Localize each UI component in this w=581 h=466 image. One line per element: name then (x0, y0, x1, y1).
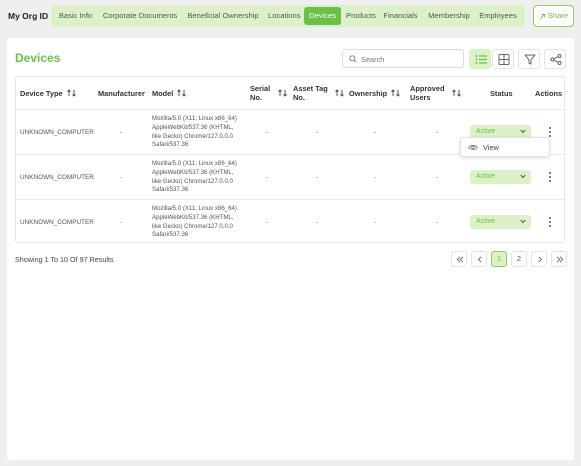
search-icon (349, 55, 357, 63)
kebab-menu-icon[interactable] (545, 215, 555, 229)
serial-no-cell: - (265, 219, 269, 226)
share-label: Share (547, 11, 569, 20)
serial-no-cell: - (265, 129, 269, 136)
device-type-cell: UNKNOWN_COMPUTER (20, 219, 94, 226)
manufacturer-cell: - (119, 129, 123, 136)
devices-table: Device Type Manufacturer Model Serial No… (15, 76, 565, 243)
model-cell: Mozilla/5.0 (X11; Linux x86_64) AppleWeb… (152, 114, 237, 149)
approved-users-cell: - (435, 174, 439, 181)
devices-card: Devices Device Type Manufacturer Model S… (7, 38, 574, 460)
ownership-cell: - (373, 129, 377, 136)
approved-users-cell: - (435, 129, 439, 136)
device-type-cell: UNKNOWN_COMPUTER (20, 174, 94, 181)
chevrons-right-icon (556, 256, 564, 263)
filter-icon (524, 54, 536, 65)
column-header-actions: Actions (535, 88, 563, 98)
manufacturer-cell: - (119, 219, 123, 226)
asset-tag-no-cell: - (315, 219, 319, 226)
row-action-view-item[interactable]: View (460, 137, 550, 157)
first-page-button[interactable] (451, 251, 467, 267)
tab-employees[interactable]: Employees (475, 7, 521, 25)
view-label: View (483, 143, 499, 152)
chevrons-left-icon (456, 256, 464, 263)
table-row: UNKNOWN_COMPUTER - Mozilla/5.0 (X11; Lin… (16, 154, 564, 199)
column-header-model[interactable]: Model (152, 77, 250, 109)
column-header-serial-no[interactable]: Serial No. (250, 77, 292, 109)
sort-icon (391, 89, 401, 97)
page-button-1[interactable]: 1 (491, 251, 507, 267)
filter-button[interactable] (518, 49, 540, 69)
sort-icon (278, 89, 287, 97)
share-button[interactable]: Share (533, 5, 574, 27)
search-box[interactable] (342, 49, 464, 68)
arrow-up-right-icon (539, 13, 545, 19)
column-header-status: Status (490, 88, 513, 98)
org-title: My Org ID (8, 11, 49, 21)
approved-users-cell: - (435, 219, 439, 226)
chevron-left-icon (477, 256, 482, 263)
chevron-down-icon (520, 129, 526, 134)
grid-view-button[interactable] (492, 49, 514, 69)
tab-financials[interactable]: Financials (379, 7, 422, 25)
chevron-right-icon (538, 256, 543, 263)
status-select[interactable]: Active (470, 170, 531, 184)
column-header-approved-users[interactable]: Approved Users (410, 77, 468, 109)
page-title: Devices (15, 51, 61, 65)
search-input[interactable] (361, 52, 461, 66)
column-header-asset-tag-no[interactable]: Asset Tag No. (293, 77, 348, 109)
tab-basic-info[interactable]: Basic Info (53, 7, 98, 25)
status-select[interactable]: Active (470, 215, 531, 229)
model-cell: Mozilla/5.0 (X11; Linux x86_64) AppleWeb… (152, 159, 237, 194)
tab-locations[interactable]: Locations (264, 7, 304, 25)
results-summary: Showing 1 To 10 Of 97 Results (15, 255, 114, 264)
tab-beneficial-ownership[interactable]: Beneficial Ownership (182, 7, 264, 25)
column-header-device-type[interactable]: Device Type (20, 77, 98, 109)
tab-devices[interactable]: Devices (304, 7, 341, 25)
tab-products[interactable]: Products (342, 7, 378, 25)
eye-icon (468, 145, 478, 150)
share-nodes-button[interactable] (544, 49, 566, 69)
share-nodes-icon (550, 54, 562, 65)
table-row: UNKNOWN_COMPUTER - Mozilla/5.0 (X11; Lin… (16, 199, 564, 244)
grid-view-icon (498, 54, 510, 65)
top-bar: My Org ID Basic Info Corporate Documents… (0, 0, 581, 34)
chevron-down-icon (520, 219, 526, 224)
list-view-button[interactable] (469, 49, 491, 69)
manufacturer-cell: - (119, 174, 123, 181)
ownership-cell: - (373, 174, 377, 181)
asset-tag-no-cell: - (315, 129, 319, 136)
asset-tag-no-cell: - (315, 174, 319, 181)
chevron-down-icon (520, 174, 526, 179)
sort-icon (66, 89, 76, 97)
sort-icon (452, 89, 461, 97)
kebab-menu-icon[interactable] (545, 170, 555, 184)
device-type-cell: UNKNOWN_COMPUTER (20, 129, 94, 136)
tab-bar: Basic Info Corporate Documents Beneficia… (51, 5, 525, 27)
model-cell: Mozilla/5.0 (X11; Linux x86_64) AppleWeb… (152, 204, 237, 239)
page-button-2[interactable]: 2 (511, 251, 527, 267)
last-page-button[interactable] (551, 251, 567, 267)
sort-icon (177, 89, 187, 97)
serial-no-cell: - (265, 174, 269, 181)
sort-icon (335, 89, 344, 97)
column-header-manufacturer: Manufacturer (98, 88, 145, 98)
column-header-ownership[interactable]: Ownership (349, 77, 409, 109)
prev-page-button[interactable] (471, 251, 487, 267)
ownership-cell: - (373, 219, 377, 226)
list-view-icon (475, 55, 487, 64)
tab-membership[interactable]: Membership (424, 7, 474, 25)
next-page-button[interactable] (531, 251, 547, 267)
tab-corporate-documents[interactable]: Corporate Documents (98, 7, 182, 25)
